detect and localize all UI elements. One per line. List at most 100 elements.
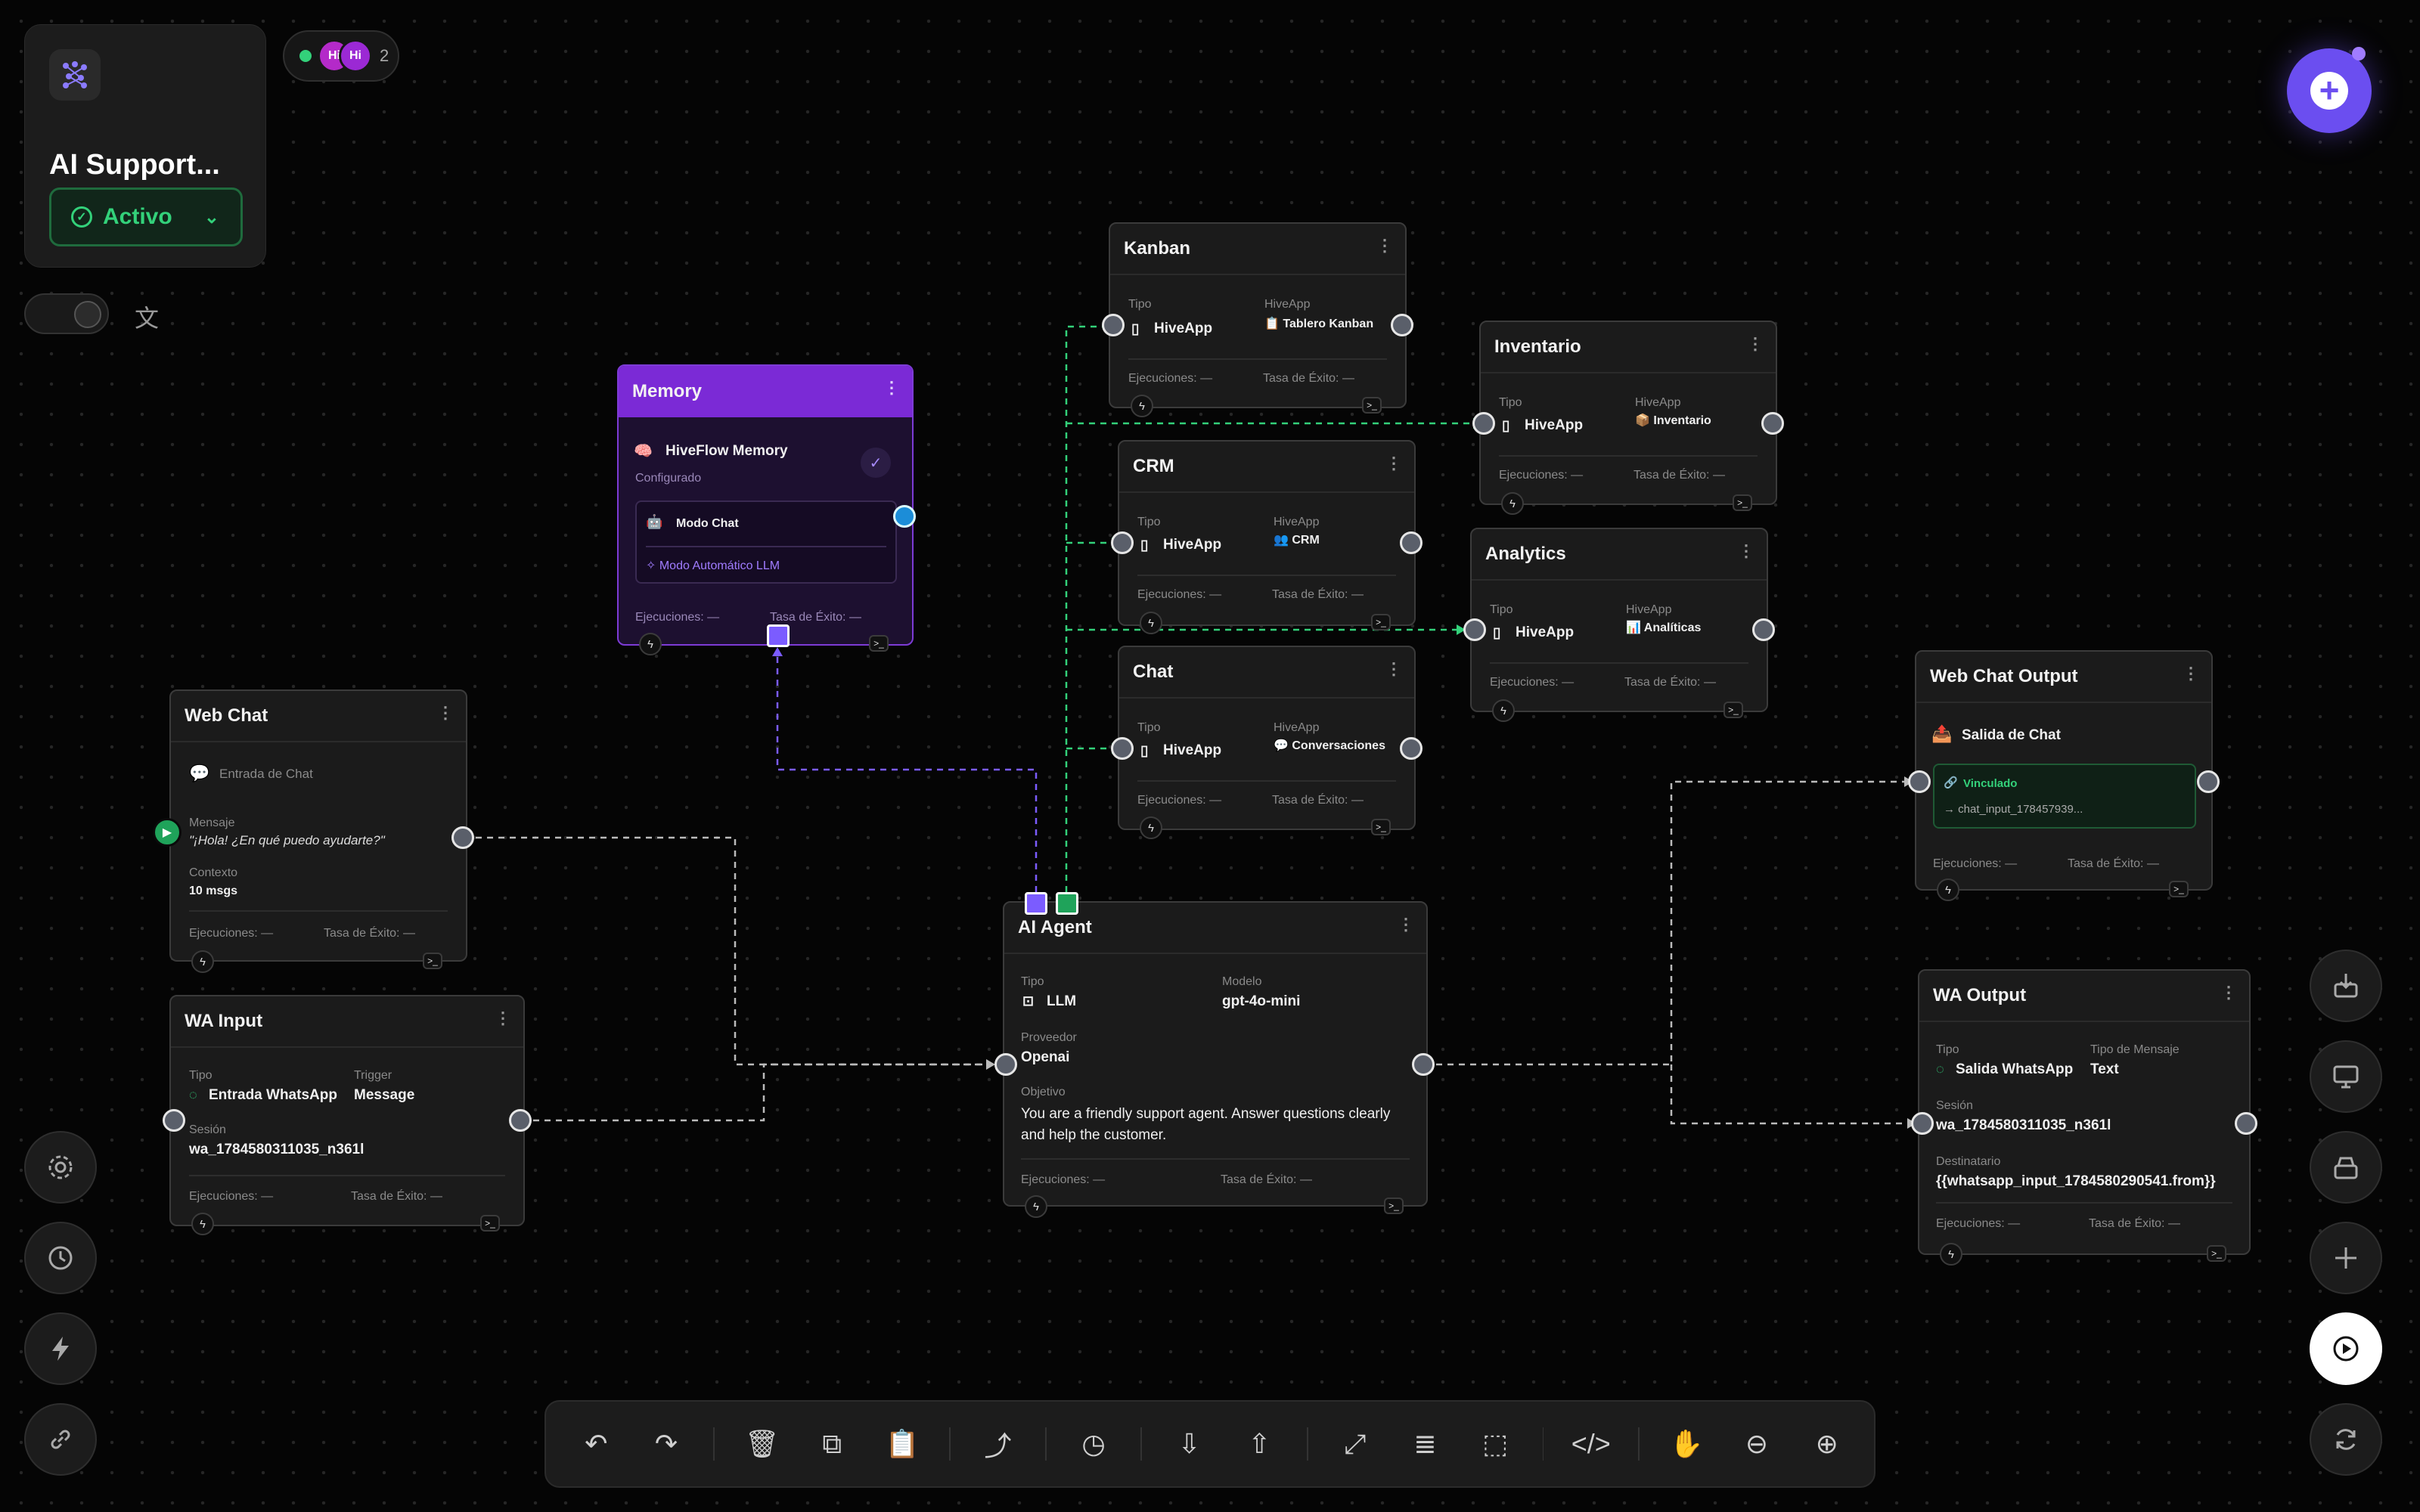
select-icon[interactable]: ⬚: [1472, 1420, 1519, 1468]
input-port[interactable]: [1911, 1112, 1934, 1135]
terminal-icon[interactable]: >_: [1384, 1198, 1404, 1214]
node-crm[interactable]: CRM ⋮ Tipo HiveApp ▯ HiveApp 👥 CRM Ejecuc…: [1118, 440, 1416, 626]
hand-icon[interactable]: ✋: [1664, 1420, 1710, 1468]
memory-port[interactable]: [1025, 892, 1047, 915]
node-memory[interactable]: Memory ⋮ 🧠 HiveFlow Memory Configurado ✓ …: [617, 364, 914, 646]
terminal-icon[interactable]: >_: [1723, 702, 1743, 718]
add-node-button[interactable]: +: [2287, 47, 2372, 133]
output-port[interactable]: [1400, 737, 1423, 760]
output-port[interactable]: [1761, 412, 1784, 435]
input-port[interactable]: [1908, 770, 1931, 793]
bolt-icon[interactable]: ϟ: [191, 1213, 214, 1235]
play-icon[interactable]: ▶: [153, 818, 182, 847]
link-button[interactable]: [24, 1403, 97, 1476]
node-chat[interactable]: Chat ⋮ Tipo HiveApp ▯ HiveApp 💬 Conversac…: [1118, 646, 1416, 830]
input-port[interactable]: [1111, 737, 1134, 760]
bolt-icon[interactable]: ϟ: [639, 633, 662, 655]
fit-view-icon[interactable]: ⤢: [1333, 1420, 1379, 1468]
zoom-in-icon[interactable]: ⊕: [1804, 1420, 1850, 1468]
monitor-button[interactable]: [2310, 1040, 2382, 1113]
node-wa-input[interactable]: WA Input ⋮ Tipo Trigger ◌ Entrada WhatsAp…: [169, 995, 525, 1226]
terminal-icon[interactable]: >_: [423, 953, 442, 969]
bolt-icon[interactable]: ϟ: [1492, 699, 1515, 722]
zoom-out-icon[interactable]: ⊖: [1734, 1420, 1780, 1468]
node-wa-output[interactable]: WA Output ⋮ Tipo Tipo de Mensaje ◌ Salida…: [1918, 969, 2251, 1255]
output-port[interactable]: [1752, 618, 1775, 641]
terminal-icon[interactable]: >_: [1362, 397, 1382, 414]
delete-icon[interactable]: 🗑: [739, 1420, 785, 1468]
node-title: Kanban: [1124, 238, 1191, 259]
input-port[interactable]: [1111, 531, 1134, 554]
more-icon[interactable]: ⋮: [1738, 541, 1754, 561]
paste-icon[interactable]: 📋: [880, 1420, 926, 1468]
bolt-icon[interactable]: ϟ: [1140, 816, 1162, 839]
bolt-icon[interactable]: ϟ: [1501, 492, 1524, 515]
terminal-icon[interactable]: >_: [869, 635, 889, 652]
terminal-icon[interactable]: >_: [1371, 614, 1391, 631]
more-icon[interactable]: ⋮: [495, 1009, 511, 1028]
translate-icon[interactable]: 文: [135, 299, 159, 334]
import-button[interactable]: [2310, 950, 2382, 1022]
output-port[interactable]: [2197, 770, 2220, 793]
node-web-chat-output[interactable]: Web Chat Output ⋮ 📤 Salida de Chat 🔗 Vinc…: [1915, 650, 2213, 891]
output-port[interactable]: [1400, 531, 1423, 554]
output-port[interactable]: [451, 826, 474, 849]
redo-icon[interactable]: ↷: [644, 1420, 690, 1468]
node-analytics[interactable]: Analytics ⋮ Tipo HiveApp ▯ HiveApp 📊 Anal…: [1470, 528, 1768, 712]
output-port[interactable]: [1391, 314, 1413, 336]
input-port[interactable]: [1102, 314, 1125, 336]
more-icon[interactable]: ⋮: [1376, 236, 1393, 256]
triggers-button[interactable]: [24, 1312, 97, 1385]
output-port[interactable]: [893, 505, 916, 528]
share-icon[interactable]: ⤴: [975, 1420, 1021, 1468]
more-icon[interactable]: ⋮: [2183, 664, 2199, 683]
status-dropdown[interactable]: ✓ Activo ⌄: [49, 187, 243, 246]
history-icon[interactable]: ◷: [1071, 1420, 1117, 1468]
more-icon[interactable]: ⋮: [1398, 915, 1414, 934]
output-port[interactable]: [509, 1109, 532, 1132]
more-icon[interactable]: ⋮: [1747, 334, 1764, 354]
bolt-icon[interactable]: ϟ: [1937, 878, 1959, 901]
bolt-icon[interactable]: ϟ: [1140, 612, 1162, 634]
more-icon[interactable]: ⋮: [1385, 454, 1402, 473]
more-icon[interactable]: ⋮: [437, 703, 454, 723]
node-ai-agent[interactable]: AI Agent ⋮ Tipo Modelo ⊡ LLM gpt-4o-mini …: [1003, 901, 1428, 1207]
more-icon[interactable]: ⋮: [1385, 659, 1402, 679]
undo-icon[interactable]: ↶: [573, 1420, 619, 1468]
refresh-button[interactable]: [2310, 1403, 2382, 1476]
memory-input-port[interactable]: [767, 624, 790, 647]
presence-indicator[interactable]: Hi Hi 2: [283, 30, 399, 82]
bolt-icon[interactable]: ϟ: [1131, 395, 1153, 417]
node-web-chat[interactable]: Web Chat ⋮ 💬 Entrada de Chat Mensaje "¡Ho…: [169, 689, 467, 962]
theme-toggle[interactable]: [24, 293, 109, 334]
input-port[interactable]: [994, 1053, 1017, 1076]
terminal-icon[interactable]: >_: [1733, 494, 1752, 511]
code-icon[interactable]: </>: [1568, 1420, 1614, 1468]
input-port[interactable]: [1472, 412, 1495, 435]
terminal-icon[interactable]: >_: [2169, 881, 2189, 897]
more-icon[interactable]: ⋮: [883, 378, 900, 398]
upload-icon[interactable]: ⇧: [1236, 1420, 1283, 1468]
bolt-icon[interactable]: ϟ: [1940, 1243, 1962, 1266]
terminal-icon[interactable]: >_: [2207, 1245, 2226, 1262]
bolt-icon[interactable]: ϟ: [191, 950, 214, 973]
output-port[interactable]: [1412, 1053, 1435, 1076]
run-button[interactable]: [2310, 1312, 2382, 1385]
bolt-icon[interactable]: ϟ: [1025, 1195, 1047, 1218]
add-button[interactable]: [2310, 1222, 2382, 1294]
input-port[interactable]: [1463, 618, 1486, 641]
terminal-icon[interactable]: >_: [480, 1215, 500, 1232]
more-icon[interactable]: ⋮: [2220, 983, 2237, 1002]
archive-button[interactable]: [2310, 1131, 2382, 1204]
download-icon[interactable]: ⇩: [1166, 1420, 1212, 1468]
list-icon[interactable]: ≣: [1402, 1420, 1448, 1468]
terminal-icon[interactable]: >_: [1371, 819, 1391, 835]
history-button[interactable]: [24, 1222, 97, 1294]
copy-icon[interactable]: ⧉: [809, 1420, 855, 1468]
output-port[interactable]: [2235, 1112, 2257, 1135]
tools-port[interactable]: [1056, 892, 1078, 915]
node-kanban[interactable]: Kanban ⋮ Tipo HiveApp ▯ HiveApp 📋 Tablero…: [1109, 222, 1407, 408]
input-port[interactable]: [163, 1109, 185, 1132]
settings-button[interactable]: [24, 1131, 97, 1204]
node-inventario[interactable]: Inventario ⋮ Tipo HiveApp ▯ HiveApp 📦 Inv…: [1479, 321, 1777, 505]
